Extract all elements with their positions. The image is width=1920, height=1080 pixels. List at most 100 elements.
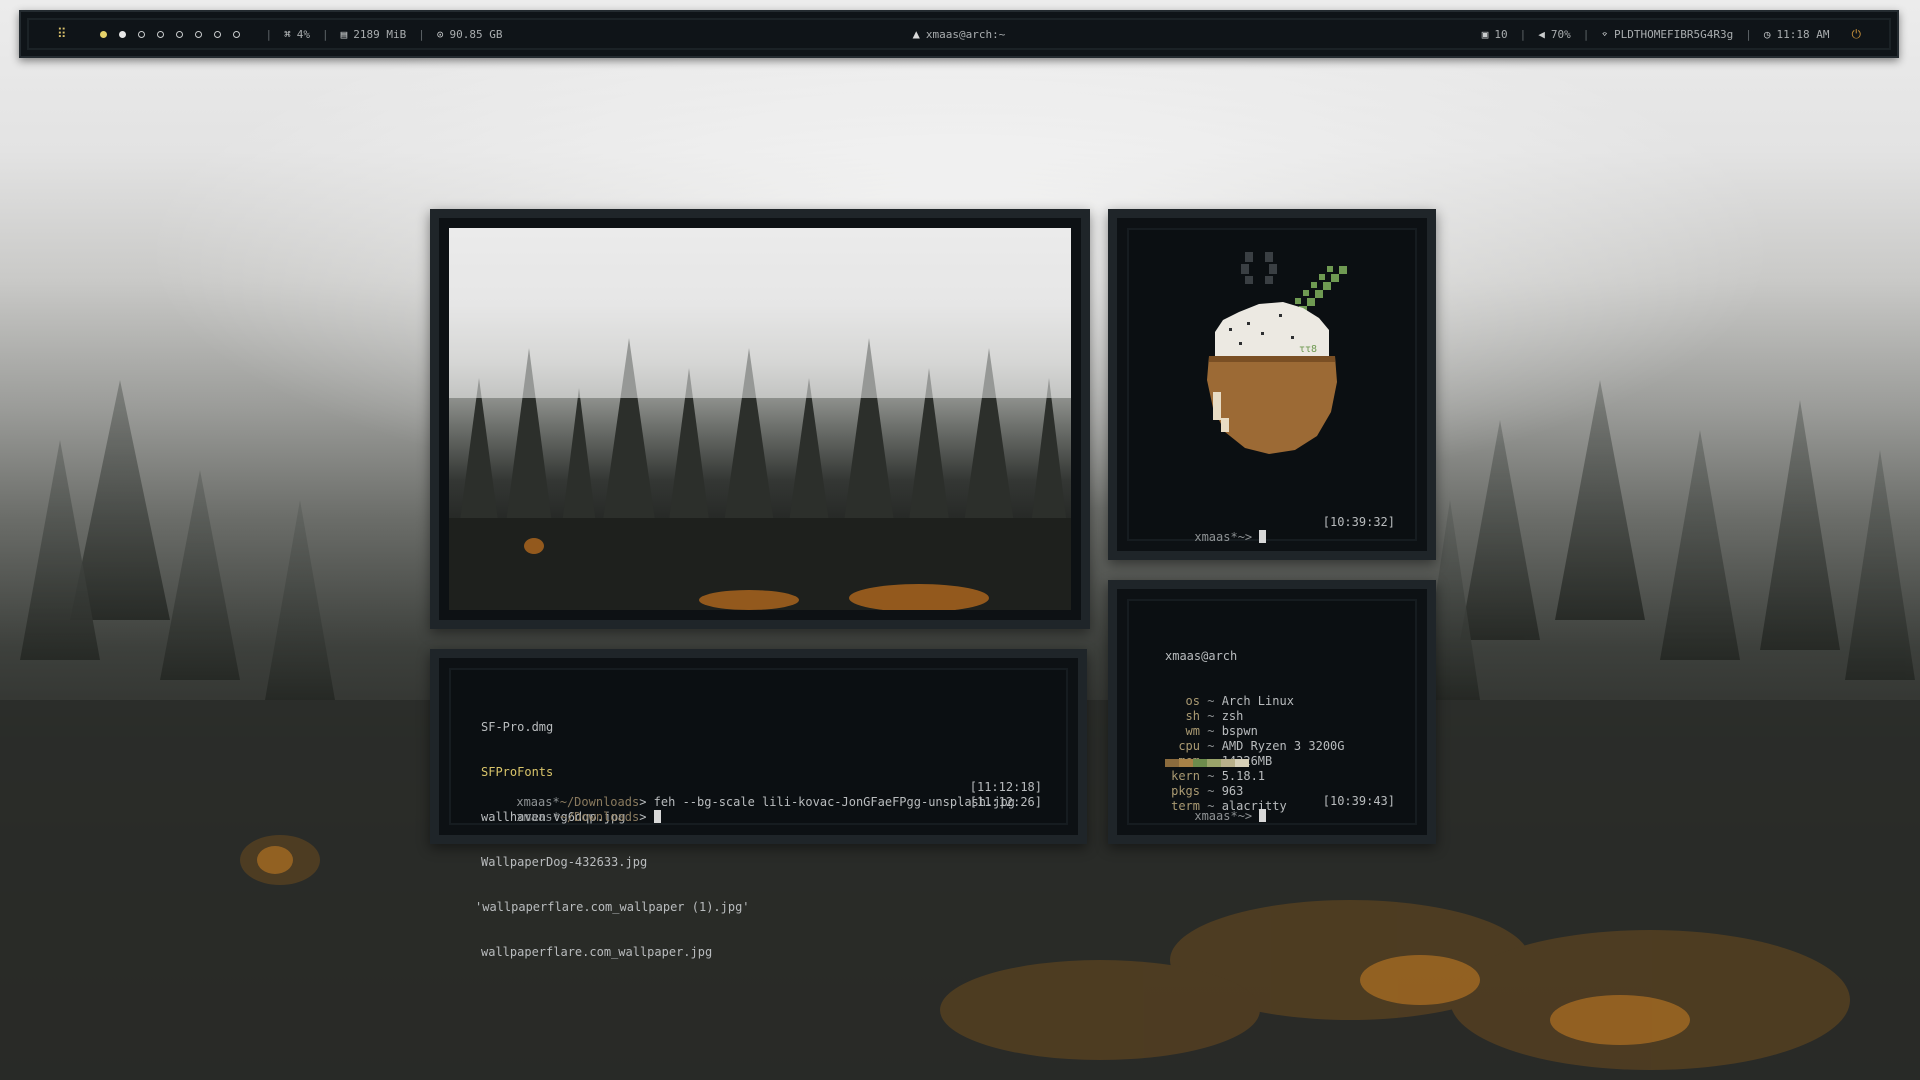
status-bar-inner: ⠿ | ⌘ 4% | ▤ 2189 MiB | ⊙ 90.85 GB ▲ xma… [27, 18, 1891, 50]
fetch-separator: ~ [1200, 769, 1222, 783]
fetch-row: wm ~ bspwn [1165, 724, 1345, 739]
workspace-7[interactable] [213, 30, 221, 38]
arch-logo-icon: ▲ [912, 27, 920, 41]
separator: | [418, 27, 425, 41]
list-item: SF-Pro.dmg [481, 720, 554, 734]
workspace-2[interactable] [118, 30, 126, 38]
list-item-directory: SFProFonts [481, 765, 554, 779]
workspace-3[interactable] [137, 30, 145, 38]
workspace-1[interactable] [99, 30, 107, 38]
forest-photo-image [449, 228, 1071, 610]
fetch-separator: ~ [1200, 694, 1222, 708]
coconut-terminal-window[interactable]: ττ8 xmaas*~> [10:39:32] [1108, 209, 1436, 560]
text-cursor[interactable] [1259, 809, 1267, 822]
color-palette [1165, 759, 1249, 767]
separator: | [265, 27, 273, 41]
fetch-value: Arch Linux [1221, 694, 1294, 708]
bar-center: ▲ xmaas@arch:~ [913, 27, 1006, 41]
bar-left: ⠿ | ⌘ 4% | ▤ 2189 MiB | ⊙ 90.85 GB [29, 20, 503, 48]
palette-swatch [1221, 759, 1235, 767]
command-text: feh --bg-scale lili-kovac-JonGFaeFPgg-un… [653, 795, 1015, 809]
image-viewer-window[interactable] [430, 209, 1090, 629]
fetch-header: xmaas@arch [1165, 649, 1238, 663]
memory-icon: ▤ [340, 27, 348, 41]
fetch-row: kern ~ 5.18.1 [1165, 769, 1345, 784]
text-cursor[interactable] [653, 810, 661, 823]
separator: | [1582, 27, 1590, 41]
status-bar: ⠿ | ⌘ 4% | ▤ 2189 MiB | ⊙ 90.85 GB ▲ xma… [19, 10, 1899, 58]
clock-module[interactable]: ◷ 11:18 AM [1764, 28, 1830, 41]
current-prompt-line: xmaas*~/Downloads> [473, 795, 661, 840]
terminal-body[interactable]: xmaas@arch os ~ Arch Linux sh ~ zsh wm ~ b… [1127, 599, 1417, 825]
coconut-ascii-art: ττ8 [1207, 252, 1347, 454]
downloads-terminal-window[interactable]: SF-Pro.dmg SFProFonts wallhaven-vg6dqp.j… [430, 649, 1087, 959]
fetch-row: cpu ~ AMD Ryzen 3 3200G [1165, 739, 1345, 754]
forest-photo [449, 228, 1071, 610]
wifi-icon: ⌔ [1601, 27, 1609, 41]
fetch-separator: ~ [1200, 739, 1222, 753]
workspace-6[interactable] [194, 30, 202, 38]
prompt-user: xmaas* [516, 810, 560, 824]
prompt: xmaas*~> [1194, 809, 1253, 823]
clock-icon: ◷ [1763, 27, 1771, 41]
updates-module[interactable]: ▣ 10 [1482, 28, 1508, 41]
wifi-module[interactable]: ⌔ PLDTHOMEFIBR5G4R3g [1601, 28, 1733, 41]
power-icon[interactable]: ⏻ [1852, 27, 1862, 42]
palette-swatch [1193, 759, 1207, 767]
coconut-prompt-line: xmaas*~> [1151, 515, 1267, 560]
separator: | [1519, 27, 1527, 41]
fetch-value: AMD Ryzen 3 3200G [1221, 739, 1345, 753]
prompt-dir: ~/Downloads [559, 810, 640, 824]
palette-swatch [1165, 759, 1179, 767]
terminal-output: SF-Pro.dmg SFProFonts wallhaven-vg6dqp.j… [475, 690, 750, 990]
volume-module[interactable]: ◀ 70% [1538, 28, 1571, 41]
fetch-label: cpu [1178, 739, 1200, 753]
coconut-prompt-time: [10:39:32] [1322, 515, 1395, 529]
updates-value: 10 [1494, 27, 1508, 41]
list-item: 'wallpaperflare.com_wallpaper (1).jpg' [475, 900, 750, 914]
palette-swatch [1179, 759, 1193, 767]
wifi-ssid: PLDTHOMEFIBR5G4R3g [1614, 27, 1734, 41]
disk-icon: ⊙ [436, 27, 444, 41]
terminal-body[interactable]: ττ8 xmaas*~> [10:39:32] [1127, 228, 1417, 544]
list-item: WallpaperDog-432633.jpg [481, 855, 648, 869]
workspace-8[interactable] [232, 30, 240, 38]
cpu-icon: ⌘ [284, 27, 291, 41]
volume-value: 70% [1550, 27, 1571, 41]
volume-icon: ◀ [1538, 27, 1545, 41]
text-cursor[interactable] [1259, 530, 1267, 543]
list-item: wallpaperflare.com_wallpaper.jpg [481, 945, 713, 959]
fetch-label: kern [1171, 769, 1200, 783]
fetch-row: os ~ Arch Linux [1165, 694, 1345, 709]
separator: | [1745, 27, 1752, 41]
fetch-separator: ~ [1200, 709, 1222, 723]
workspace-5[interactable] [175, 30, 183, 38]
separator: | [322, 27, 329, 41]
package-icon: ▣ [1481, 27, 1489, 41]
grid-icon[interactable]: ⠿ [57, 27, 66, 42]
fetch-terminal-window[interactable]: xmaas@arch os ~ Arch Linux sh ~ zsh wm ~ b… [1108, 580, 1436, 844]
current-timestamp: [11:12:26] [969, 795, 1042, 809]
disk-value: 90.85 GB [449, 27, 503, 41]
workspace-indicator [99, 30, 240, 38]
fetch-label: sh [1185, 709, 1200, 723]
bar-right: ▣ 10 | ◀ 70% | ⌔ PLDTHOMEFIBR5G4R3g | ◷ … [1482, 20, 1889, 48]
cpu-module: ⌘ 4% [284, 28, 310, 41]
workspace-4[interactable] [156, 30, 164, 38]
memory-module: ▤ 2189 MiB [341, 28, 407, 41]
command-timestamp: [11:12:18] [969, 780, 1042, 794]
disk-module: ⊙ 90.85 GB [437, 28, 503, 41]
palette-swatch [1235, 759, 1249, 767]
fetch-prompt-line: xmaas*~> [1151, 794, 1267, 839]
fetch-row: sh ~ zsh [1165, 709, 1345, 724]
fetch-value: 5.18.1 [1221, 769, 1266, 783]
cpu-value: 4% [296, 27, 311, 41]
palette-swatch [1207, 759, 1221, 767]
prompt-symbol: > [639, 810, 647, 824]
fetch-value: zsh [1221, 709, 1244, 723]
fetch-separator: ~ [1200, 724, 1222, 738]
memory-value: 2189 MiB [353, 27, 407, 41]
svg-text:ττ8: ττ8 [1299, 344, 1317, 355]
fetch-label: wm [1185, 724, 1200, 738]
terminal-body[interactable]: SF-Pro.dmg SFProFonts wallhaven-vg6dqp.j… [449, 668, 1068, 959]
